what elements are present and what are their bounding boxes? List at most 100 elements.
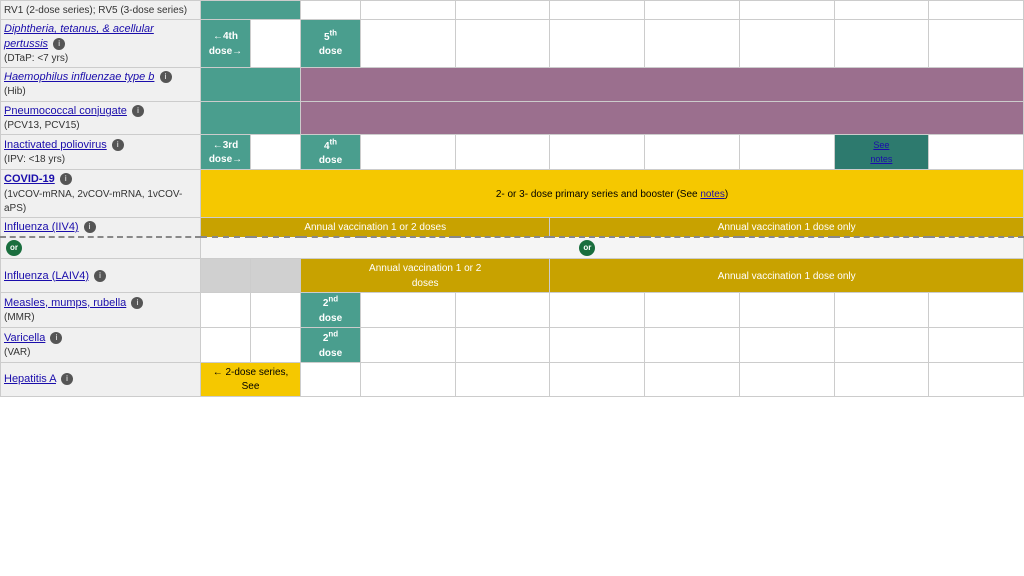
hepa-empty-3 xyxy=(455,362,550,396)
var-empty-1 xyxy=(201,328,251,363)
dtap-dose5-cell: 5thdose xyxy=(301,20,361,68)
hib-teal-1 xyxy=(201,68,301,102)
var-dose2-cell: 2nddose xyxy=(301,328,361,363)
ipv-empty-6 xyxy=(739,135,834,170)
iiv4-annual1-label: Annual vaccination 1 or 2 doses xyxy=(304,222,446,233)
info-icon-ipv[interactable]: i xyxy=(112,139,124,151)
table-row-mmr: Measles, mumps, rubella i (MMR) 2nddose xyxy=(1,293,1024,328)
vaccine-subtitle-ipv: (IPV: <18 yrs) xyxy=(4,154,65,165)
rv-cell-6 xyxy=(645,1,740,20)
vaccine-link-hepa[interactable]: Hepatitis A xyxy=(4,373,56,385)
info-icon-pcv[interactable]: i xyxy=(132,105,144,117)
table-row-ipv: Inactivated poliovirus i (IPV: <18 yrs) … xyxy=(1,135,1024,170)
vaccine-subtitle-dtap: (DTaP: <7 yrs) xyxy=(4,53,68,64)
table-row-covid: COVID-19 i (1vCOV-mRNA, 2vCOV-mRNA, 1vCO… xyxy=(1,170,1024,218)
info-icon-hib[interactable]: i xyxy=(160,71,172,83)
rv-cell-9 xyxy=(929,1,1024,20)
rv-cell-4 xyxy=(455,1,550,20)
var-empty-7 xyxy=(739,328,834,363)
or-badge-right: or xyxy=(579,240,595,256)
var-empty-5 xyxy=(550,328,645,363)
info-icon-hepa[interactable]: i xyxy=(61,373,73,385)
info-icon-mmr[interactable]: i xyxy=(131,297,143,309)
hepa-empty-1 xyxy=(301,362,361,396)
vaccine-name-mmr: Measles, mumps, rubella i (MMR) xyxy=(1,293,201,328)
ipv-empty-5 xyxy=(645,135,740,170)
vaccine-name-pcv: Pneumococcal conjugate i (PCV13, PCV15) xyxy=(1,101,201,135)
laiv4-gray-2 xyxy=(251,259,301,293)
rv-cell-7 xyxy=(739,1,834,20)
vaccine-link-hib[interactable]: Haemophilus influenzae type b xyxy=(4,71,154,83)
laiv4-annual2-label: Annual vaccination 1 dose only xyxy=(718,271,856,282)
table-row-hib: Haemophilus influenzae type b i (Hib) xyxy=(1,68,1024,102)
laiv4-gray-1 xyxy=(201,259,251,293)
vaccine-subtitle-hib: (Hib) xyxy=(4,86,26,97)
vaccine-name-iiv4: Influenza (IIV4) i xyxy=(1,218,201,238)
vaccine-link-varicella[interactable]: Varicella xyxy=(4,332,45,344)
var-empty-2 xyxy=(251,328,301,363)
or-cell: or xyxy=(1,237,201,259)
dtap-empty-8 xyxy=(929,20,1024,68)
hib-purple xyxy=(301,68,1024,102)
ipv-empty-7 xyxy=(929,135,1024,170)
hepa-dose-cell: ← 2-dose series, See xyxy=(201,362,301,396)
vaccine-subtitle-rv: RV1 (2-dose series); RV5 (3-dose series) xyxy=(4,5,187,16)
rv-cell-3 xyxy=(361,1,456,20)
laiv4-annual1-label: Annual vaccination 1 or 2doses xyxy=(369,263,481,288)
vaccine-subtitle-covid: (1vCOV-mRNA, 2vCOV-mRNA, 1vCOV-aPS) xyxy=(4,189,182,214)
covid-label-cell: 2- or 3- dose primary series and booster… xyxy=(201,170,1024,218)
laiv4-annual1-cell: Annual vaccination 1 or 2doses xyxy=(301,259,550,293)
or-spacer: or xyxy=(201,237,1024,259)
table-row-pcv: Pneumococcal conjugate i (PCV13, PCV15) xyxy=(1,101,1024,135)
hepa-empty-5 xyxy=(645,362,740,396)
table-row-hepa: Hepatitis A i ← 2-dose series, See xyxy=(1,362,1024,396)
ipv-empty-3 xyxy=(455,135,550,170)
vaccine-link-pcv[interactable]: Pneumococcal conjugate xyxy=(4,105,127,117)
table-row-varicella: Varicella i (VAR) 2nddose xyxy=(1,328,1024,363)
dtap-dose4-cell: ←4th dose→ xyxy=(201,20,251,68)
rv-cell-8 xyxy=(834,1,929,20)
vaccine-subtitle-pcv: (PCV13, PCV15) xyxy=(4,120,80,131)
ipv-empty-2 xyxy=(361,135,456,170)
dtap-empty-1 xyxy=(251,20,301,68)
covid-notes-link[interactable]: notes xyxy=(700,189,724,200)
mmr-empty-8 xyxy=(834,293,929,328)
mmr-empty-9 xyxy=(929,293,1024,328)
vaccine-link-laiv4[interactable]: Influenza (LAIV4) xyxy=(4,270,89,282)
vaccine-link-ipv[interactable]: Inactivated poliovirus xyxy=(4,139,107,151)
info-icon-iiv4[interactable]: i xyxy=(84,221,96,233)
ipv-see-notes-cell: Seenotes xyxy=(834,135,929,170)
var-dose2-label: 2nddose xyxy=(319,333,342,358)
info-icon-covid[interactable]: i xyxy=(60,173,72,185)
ipv-dose4-label: 4thdose xyxy=(319,141,342,166)
vaccine-link-dtap[interactable]: Diphtheria, tetanus, & acellular pertuss… xyxy=(4,23,154,49)
dtap-empty-6 xyxy=(739,20,834,68)
hepa-dose-label: ← 2-dose series, See xyxy=(213,367,289,392)
ipv-dose3-cell: ←3rd dose→ xyxy=(201,135,251,170)
vaccine-link-covid[interactable]: COVID-19 xyxy=(4,173,55,185)
vaccine-subtitle-varicella: (VAR) xyxy=(4,347,30,358)
iiv4-annual2-cell: Annual vaccination 1 dose only xyxy=(550,218,1024,238)
ipv-empty-1 xyxy=(251,135,301,170)
var-empty-9 xyxy=(929,328,1024,363)
vaccine-name-covid: COVID-19 i (1vCOV-mRNA, 2vCOV-mRNA, 1vCO… xyxy=(1,170,201,218)
info-icon-dtap[interactable]: i xyxy=(53,38,65,50)
vaccine-link-iiv4[interactable]: Influenza (IIV4) xyxy=(4,221,79,233)
dtap-empty-2 xyxy=(361,20,456,68)
iiv4-annual2-label: Annual vaccination 1 dose only xyxy=(718,222,856,233)
pcv-purple xyxy=(301,101,1024,135)
mmr-empty-5 xyxy=(550,293,645,328)
table-row-or: or or xyxy=(1,237,1024,259)
dtap-dose5-label: 5thdose xyxy=(319,32,342,57)
mmr-empty-4 xyxy=(455,293,550,328)
hepa-empty-4 xyxy=(550,362,645,396)
ipv-empty-4 xyxy=(550,135,645,170)
var-empty-6 xyxy=(645,328,740,363)
table-row-rv: RV1 (2-dose series); RV5 (3-dose series) xyxy=(1,1,1024,20)
vaccine-link-mmr[interactable]: Measles, mumps, rubella xyxy=(4,297,126,309)
info-icon-laiv4[interactable]: i xyxy=(94,270,106,282)
mmr-empty-3 xyxy=(361,293,456,328)
info-icon-varicella[interactable]: i xyxy=(50,332,62,344)
dtap-empty-3 xyxy=(455,20,550,68)
ipv-see-notes[interactable]: Seenotes xyxy=(870,140,892,164)
